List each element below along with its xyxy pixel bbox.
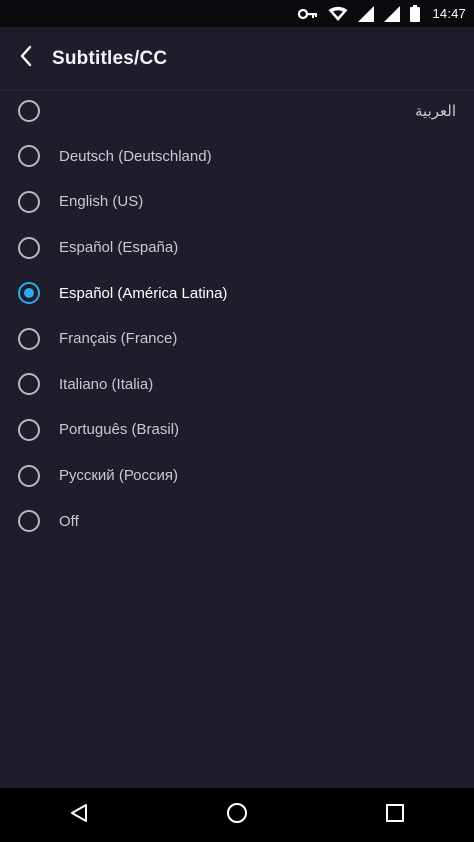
battery-icon	[410, 0, 421, 27]
radio-button[interactable]	[18, 418, 40, 441]
option-label: Português (Brasil)	[59, 421, 180, 439]
recents-square-icon	[385, 803, 405, 828]
system-nav-bar	[0, 788, 474, 842]
nav-back-button[interactable]	[49, 788, 109, 842]
back-triangle-icon	[69, 803, 89, 828]
option-label: English (US)	[59, 193, 144, 211]
radio-button[interactable]	[18, 510, 40, 533]
status-time: 14:47	[432, 6, 466, 21]
option-espanol-latam[interactable]: Español (América Latina)	[0, 270, 474, 316]
nav-home-button[interactable]	[207, 788, 267, 842]
radio-button[interactable]	[18, 373, 40, 396]
option-label: Español (América Latina)	[59, 284, 228, 302]
back-button[interactable]	[0, 27, 52, 90]
option-off[interactable]: Off	[0, 498, 474, 544]
option-espanol-espana[interactable]: Español (España)	[0, 225, 474, 271]
signal-icon	[384, 0, 401, 27]
option-deutsch[interactable]: Deutsch (Deutschland)	[0, 134, 474, 180]
page-title: Subtitles/CC	[52, 47, 168, 69]
back-arrow-icon	[19, 45, 33, 72]
key-icon	[298, 0, 318, 27]
radio-button[interactable]	[18, 145, 40, 168]
option-arabic[interactable]: العربية	[0, 88, 474, 134]
option-english[interactable]: English (US)	[0, 179, 474, 225]
app-bar: Subtitles/CC	[0, 27, 474, 91]
option-russkiy[interactable]: Русский (Россия)	[0, 453, 474, 499]
radio-button[interactable]	[18, 190, 40, 213]
option-label: Français (France)	[59, 330, 178, 348]
option-italiano[interactable]: Italiano (Italia)	[0, 362, 474, 408]
option-label: Italiano (Italia)	[59, 375, 154, 393]
radio-button[interactable]	[18, 99, 40, 122]
option-portugues[interactable]: Português (Brasil)	[0, 407, 474, 453]
subtitle-options-list: العربية Deutsch (Deutschland) English (U…	[0, 88, 474, 544]
option-label: Русский (Россия)	[59, 467, 179, 485]
option-label: Off	[59, 512, 79, 530]
option-label: العربية	[415, 102, 456, 120]
home-circle-icon	[226, 802, 248, 829]
radio-button-selected[interactable]	[18, 282, 40, 305]
option-label: Deutsch (Deutschland)	[59, 147, 212, 165]
status-bar: 14:47	[0, 0, 474, 27]
option-francais[interactable]: Français (France)	[0, 316, 474, 362]
option-label: Español (España)	[59, 239, 179, 257]
signal-icon	[358, 0, 375, 27]
radio-button[interactable]	[18, 236, 40, 259]
nav-recents-button[interactable]	[365, 788, 425, 842]
radio-button[interactable]	[18, 464, 40, 487]
wifi-icon	[328, 0, 348, 27]
radio-button[interactable]	[18, 327, 40, 350]
